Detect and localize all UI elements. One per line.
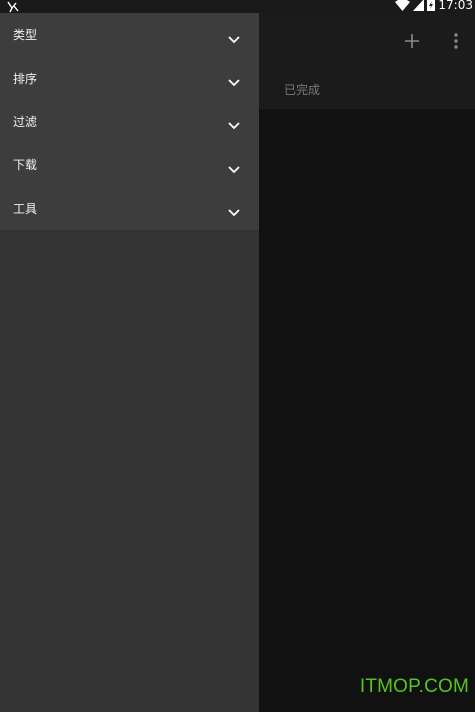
drawer-item-sort[interactable]: 排序 [0, 56, 259, 99]
chevron-down-icon [228, 160, 240, 174]
drawer-item-label: 工具 [13, 201, 38, 216]
tab-completed[interactable]: 已完成 [284, 81, 320, 98]
signal-icon [413, 0, 425, 15]
more-vert-icon[interactable] [448, 31, 464, 51]
chevron-down-icon [228, 116, 240, 130]
drawer-item-label: 排序 [13, 71, 38, 86]
chevron-down-icon [228, 73, 240, 87]
watermark: ITMOP.COM [359, 676, 469, 697]
drawer-item-filter[interactable]: 过滤 [0, 100, 259, 143]
drawer-item-label: 下载 [13, 158, 38, 173]
navigation-drawer: 类型 排序 过滤 下载 工具 [0, 13, 259, 712]
status-time: 17:03 [438, 0, 473, 12]
chevron-down-icon [228, 203, 240, 217]
drawer-item-label: 过滤 [13, 114, 38, 129]
drawer-item-tools[interactable]: 工具 [0, 187, 259, 230]
chevron-down-icon [228, 30, 240, 43]
status-bar: 17:03 [0, 0, 475, 13]
drawer-item-type[interactable]: 类型 [0, 13, 259, 56]
drawer-item-label: 类型 [13, 28, 38, 43]
add-icon[interactable] [402, 31, 422, 51]
drawer-item-download[interactable]: 下载 [0, 143, 259, 186]
wifi-icon [395, 0, 411, 15]
drawer-menu: 类型 排序 过滤 下载 工具 [0, 13, 259, 230]
notification-icon [5, 0, 21, 13]
battery-charging-icon [427, 0, 436, 15]
